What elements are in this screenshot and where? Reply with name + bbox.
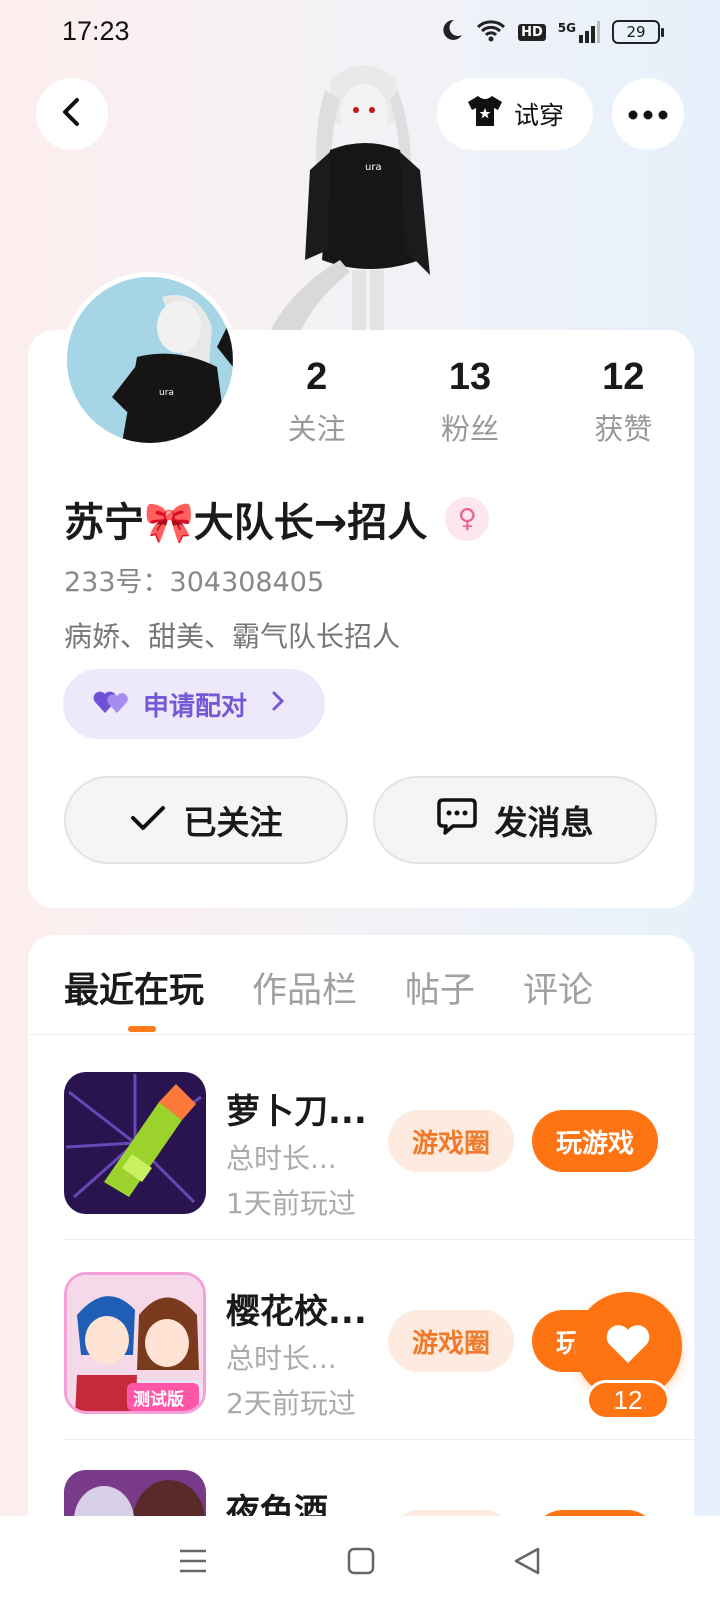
back-triangle-icon[interactable] <box>512 1546 542 1580</box>
game-last-played: 2天前玩过 <box>226 1387 356 1420</box>
game-name: 萝卜刀... <box>226 1092 367 1132</box>
game-icon-radish-knife <box>64 1072 206 1214</box>
tab-comments[interactable]: 评论 <box>523 962 593 1013</box>
stat-following-count: 2 <box>306 356 328 398</box>
stat-fans-label: 粉丝 <box>440 412 499 446</box>
game-total-time: 总时长... <box>226 1142 337 1175</box>
wifi-icon <box>476 18 506 46</box>
chevron-left-icon <box>58 97 86 131</box>
request-pair-button[interactable]: 申请配对 <box>63 669 325 739</box>
send-message-button[interactable]: 发消息 <box>373 776 657 864</box>
hd-badge: HD <box>518 23 546 41</box>
game-circle-button[interactable]: 游戏圈 <box>388 1110 514 1172</box>
signal-icon: 5G <box>558 21 600 43</box>
user-id: 233号：304308405 <box>64 567 325 598</box>
game-name: 樱花校... <box>226 1292 367 1332</box>
user-bio: 病娇、甜美、霸气队长招人 <box>64 620 401 653</box>
profile-tabs: 最近在玩 作品栏 帖子 评论 <box>64 962 641 1013</box>
check-icon <box>130 801 166 840</box>
moon-icon <box>440 18 464 46</box>
home-square-icon[interactable] <box>346 1546 376 1580</box>
request-pair-label: 申请配对 <box>143 691 248 722</box>
status-bar: 17:23 HD 5G 29 <box>0 0 720 64</box>
send-message-label: 发消息 <box>494 803 594 842</box>
stat-likes-count: 12 <box>602 356 645 398</box>
game-total-time: 总时长... <box>226 1342 337 1375</box>
svg-text:ura: ura <box>365 162 382 173</box>
tab-posts[interactable]: 帖子 <box>405 962 475 1013</box>
female-icon: ♀ <box>445 497 490 541</box>
stat-fans-count: 13 <box>448 356 492 398</box>
heart-icon <box>605 1323 651 1369</box>
stat-following[interactable]: 2 关注 <box>240 354 393 448</box>
chat-bubble-icon <box>436 797 477 843</box>
avatar[interactable]: ura <box>62 272 238 448</box>
tshirt-icon <box>466 94 504 134</box>
status-time: 17:23 <box>62 16 130 46</box>
stat-likes[interactable]: 12 获赞 <box>547 354 700 448</box>
followed-label: 已关注 <box>183 803 283 842</box>
name-row: 苏宁🎀大队长→招人 ♀ <box>64 490 490 548</box>
status-icons: HD 5G 29 <box>440 18 664 46</box>
tab-recently-played[interactable]: 最近在玩 <box>64 962 204 1013</box>
list-item[interactable]: 萝卜刀... 总时长... 1天前玩过 游戏圈 玩游戏 <box>0 1040 720 1240</box>
stat-likes-label: 获赞 <box>594 412 653 446</box>
stat-fans[interactable]: 13 粉丝 <box>393 354 546 448</box>
like-count-badge: 12 <box>586 1380 670 1420</box>
active-tab-indicator <box>128 1026 156 1032</box>
try-on-button[interactable]: 试穿 <box>437 78 593 150</box>
tab-works[interactable]: 作品栏 <box>252 962 357 1013</box>
tabs-divider <box>28 1034 694 1035</box>
hearts-icon <box>93 687 129 722</box>
more-options-button[interactable] <box>612 78 684 150</box>
user-name: 苏宁🎀大队长→招人 <box>64 500 428 546</box>
game-circle-button[interactable]: 游戏圈 <box>388 1310 514 1372</box>
chevron-right-icon <box>271 689 285 719</box>
play-game-button[interactable]: 玩游戏 <box>532 1110 658 1172</box>
battery-indicator: 29 <box>612 20 664 44</box>
game-last-played: 1天前玩过 <box>226 1187 356 1220</box>
profile-stats: 2 关注 13 粉丝 12 获赞 <box>240 354 700 448</box>
stat-following-label: 关注 <box>287 412 346 446</box>
more-dots-icon <box>628 105 668 124</box>
menu-icon[interactable] <box>178 1546 208 1580</box>
svg-text:ura: ura <box>159 388 174 398</box>
back-button[interactable] <box>36 78 108 150</box>
system-nav-bar <box>0 1516 720 1612</box>
followed-button[interactable]: 已关注 <box>64 776 348 864</box>
test-version-badge: 测试版 <box>133 1390 184 1410</box>
game-icon-sakura-school: 测试版 <box>64 1272 206 1414</box>
try-on-label: 试穿 <box>513 101 564 130</box>
